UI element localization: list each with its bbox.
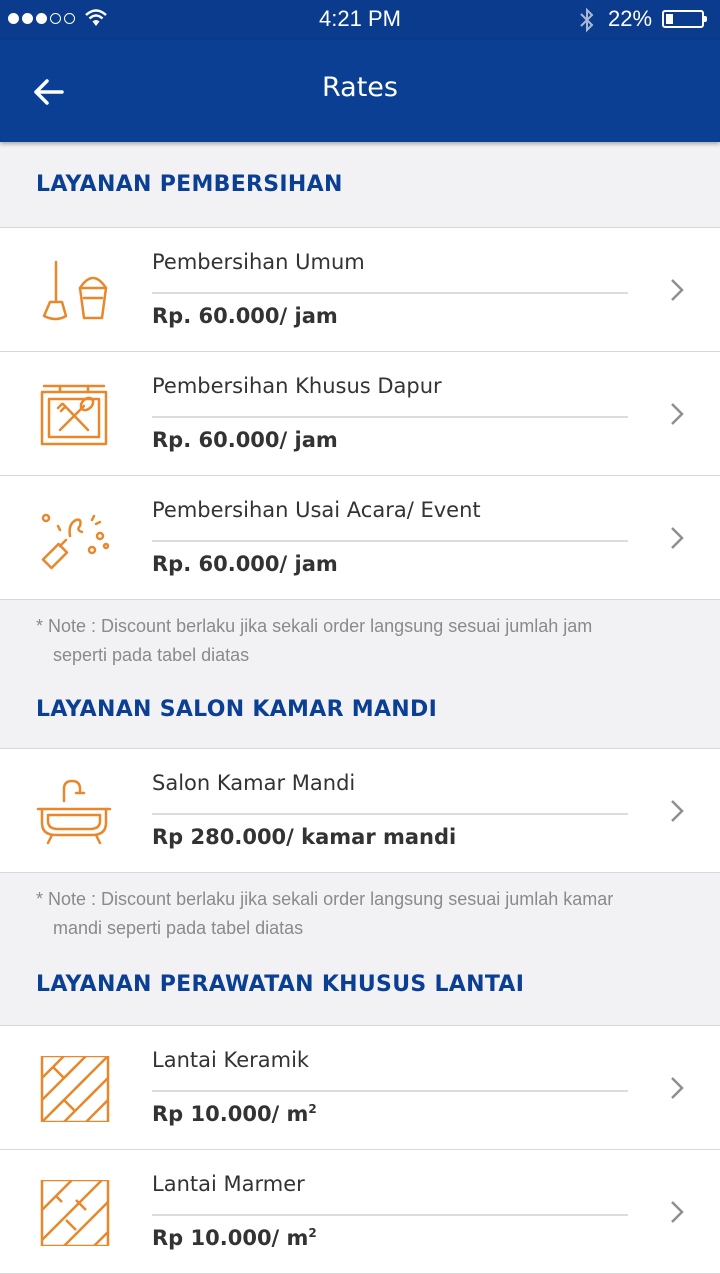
marble-tile-icon: [40, 1180, 110, 1246]
item-name: Pembersihan Umum: [152, 250, 365, 274]
list-item[interactable]: Lantai Keramik Rp 10.000/ m2: [0, 1026, 720, 1150]
broom-bucket-icon: [42, 260, 108, 321]
divider: [152, 813, 628, 815]
chevron-right-icon: [671, 1201, 684, 1223]
chevron-right-icon: [671, 1077, 684, 1099]
discount-note: * Note : Discount berlaku jika sekali or…: [0, 600, 720, 670]
status-bar: 4:21 PM 22%: [0, 0, 720, 40]
party-popper-icon: [41, 513, 110, 570]
divider: [152, 1214, 628, 1216]
rates-list: LAYANAN PEMBERSIHAN Pembersihan Umum Rp.…: [0, 142, 720, 1274]
section-header-lantai: LAYANAN PERAWATAN KHUSUS LANTAI: [36, 971, 525, 997]
ceramic-tile-icon: [40, 1056, 110, 1122]
chevron-right-icon: [671, 279, 684, 301]
bluetooth-icon: [580, 7, 594, 33]
battery-percent: 22%: [608, 6, 653, 31]
list-item[interactable]: Salon Kamar Mandi Rp 280.000/ kamar mand…: [0, 749, 720, 873]
note-line: seperti pada tabel diatas: [53, 645, 250, 665]
divider: [152, 1090, 628, 1092]
item-price: Rp 10.000/ m2: [152, 1226, 317, 1250]
item-name: Lantai Marmer: [152, 1172, 305, 1196]
item-price: Rp. 60.000/ jam: [152, 304, 338, 328]
list-item[interactable]: Pembersihan Khusus Dapur Rp. 60.000/ jam: [0, 352, 720, 476]
price-value: Rp 10.000/ m: [152, 1226, 309, 1250]
item-name: Pembersihan Khusus Dapur: [152, 374, 442, 398]
chevron-right-icon: [671, 800, 684, 822]
item-price: Rp 10.000/ m2: [152, 1102, 317, 1126]
section-card-pembersihan: Pembersihan Umum Rp. 60.000/ jam Pembers…: [0, 227, 720, 600]
chevron-right-icon: [671, 527, 684, 549]
section-header-pembersihan: LAYANAN PEMBERSIHAN: [36, 172, 343, 197]
section-card-salon: Salon Kamar Mandi Rp 280.000/ kamar mand…: [0, 748, 720, 873]
price-unit-exponent: 2: [308, 1102, 317, 1116]
item-name: Salon Kamar Mandi: [152, 771, 356, 795]
section-card-lantai: Lantai Keramik Rp 10.000/ m2 Lantai Marm…: [0, 1025, 720, 1274]
list-item[interactable]: Pembersihan Usai Acara/ Event Rp. 60.000…: [0, 476, 720, 600]
note-line: mandi seperti pada tabel diatas: [53, 918, 304, 938]
item-name: Pembersihan Usai Acara/ Event: [152, 498, 481, 522]
divider: [152, 292, 628, 294]
note-line: * Note : Discount berlaku jika sekali or…: [36, 616, 593, 636]
kitchen-sign-icon: [40, 384, 108, 446]
divider: [152, 540, 628, 542]
section-header-salon: LAYANAN SALON KAMAR MANDI: [36, 696, 438, 722]
item-price: Rp. 60.000/ jam: [152, 552, 338, 576]
battery-icon: [662, 10, 707, 28]
bathtub-icon: [36, 779, 112, 845]
item-price: Rp 280.000/ kamar mandi: [152, 825, 457, 849]
list-item[interactable]: Lantai Marmer Rp 10.000/ m2: [0, 1150, 720, 1274]
divider: [152, 416, 628, 418]
nav-bar: Rates: [0, 40, 720, 142]
note-line: * Note : Discount berlaku jika sekali or…: [36, 889, 614, 909]
price-unit-exponent: 2: [308, 1226, 317, 1240]
price-value: Rp 10.000/ m: [152, 1102, 309, 1126]
discount-note: * Note : Discount berlaku jika sekali or…: [0, 873, 720, 943]
chevron-right-icon: [671, 403, 684, 425]
page-title: Rates: [322, 72, 398, 103]
item-price: Rp. 60.000/ jam: [152, 428, 338, 452]
list-item[interactable]: Pembersihan Umum Rp. 60.000/ jam: [0, 228, 720, 352]
item-name: Lantai Keramik: [152, 1048, 310, 1072]
